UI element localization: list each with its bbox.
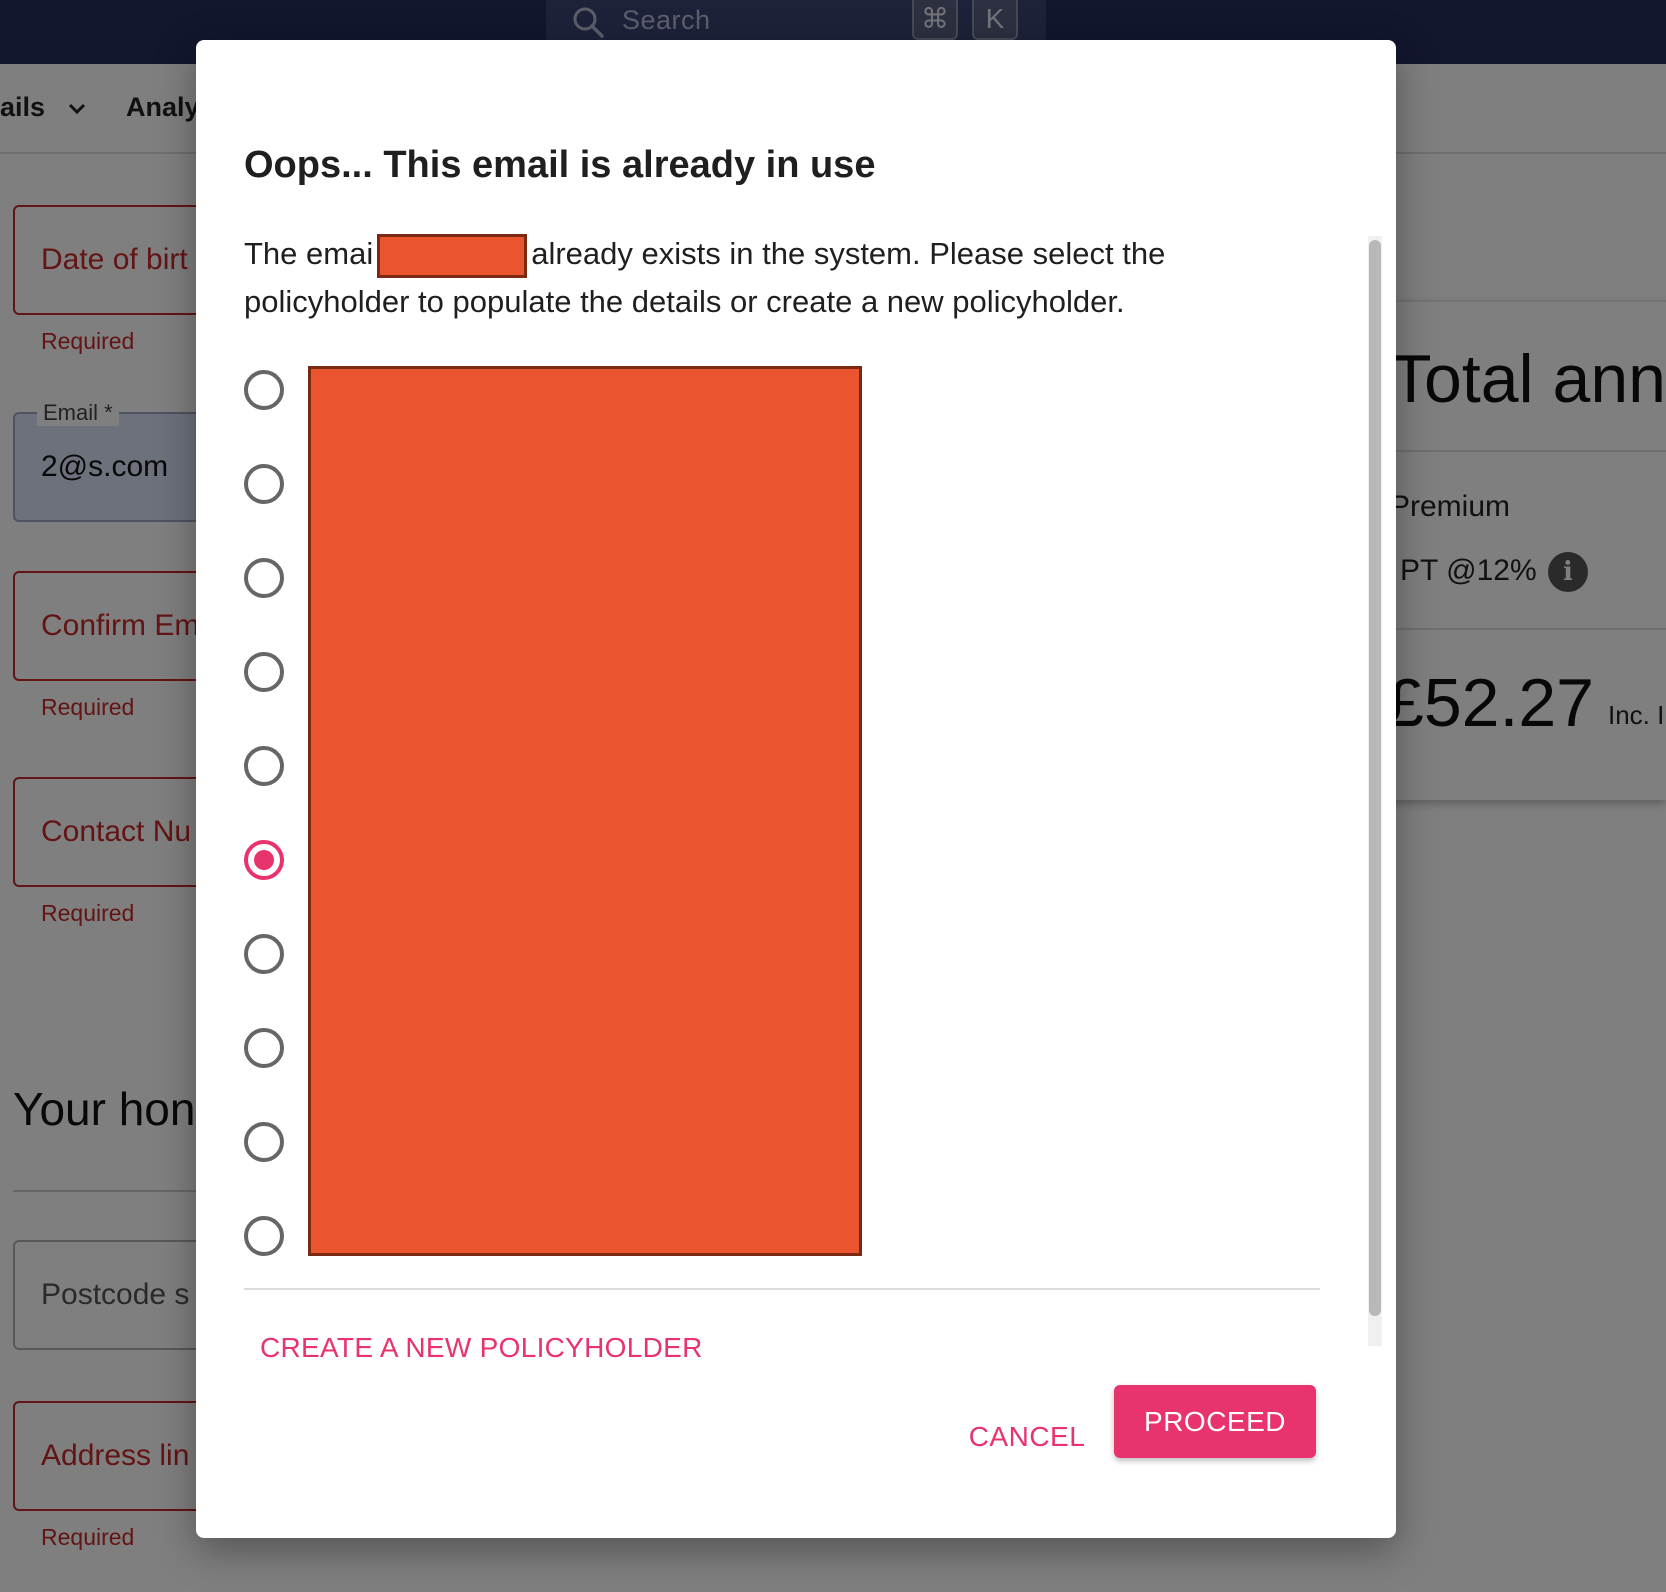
email-in-use-dialog: Oops... This email is already in use The… <box>196 40 1396 1538</box>
redacted-policyholder-list <box>308 366 862 1256</box>
cancel-button[interactable]: CANCEL <box>942 1402 1112 1472</box>
create-new-policyholder-button[interactable]: CREATE A NEW POLICYHOLDER <box>260 1332 703 1364</box>
message-prefix: The emai <box>244 236 374 271</box>
policyholder-radio[interactable] <box>244 934 284 974</box>
policyholder-radio[interactable] <box>244 558 284 598</box>
dialog-title: Oops... This email is already in use <box>244 144 876 186</box>
proceed-button[interactable]: PROCEED <box>1114 1385 1316 1458</box>
dialog-scrollbar[interactable] <box>1368 236 1382 1346</box>
policyholder-radio[interactable] <box>244 652 284 692</box>
policyholder-radio[interactable] <box>244 464 284 504</box>
dialog-message: The emai already exists in the system. Pl… <box>244 230 1244 326</box>
policyholder-radio[interactable] <box>244 746 284 786</box>
dialog-divider <box>244 1288 1320 1290</box>
policyholder-radio[interactable] <box>244 1028 284 1068</box>
policyholder-radio[interactable] <box>244 370 284 410</box>
policyholder-radio[interactable] <box>244 1216 284 1256</box>
redacted-email <box>377 233 528 278</box>
policyholder-radio[interactable] <box>244 1122 284 1162</box>
scrollbar-thumb[interactable] <box>1369 240 1381 1316</box>
policyholder-radio-selected[interactable] <box>244 840 284 880</box>
